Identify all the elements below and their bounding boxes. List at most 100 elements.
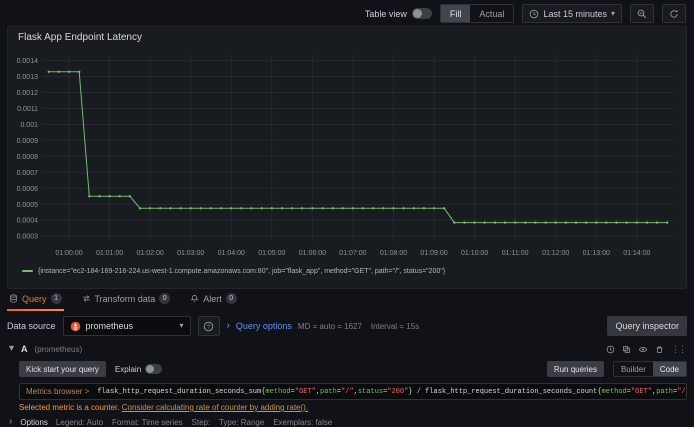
collapse-chevron-icon[interactable]: ▾ — [9, 344, 14, 354]
svg-text:0.0006: 0.0006 — [17, 186, 39, 193]
svg-text:01:12:00: 01:12:00 — [542, 250, 569, 257]
query-datasource-hint: (prometheus) — [34, 344, 83, 354]
explain-label: Explain — [114, 364, 142, 374]
time-range-picker[interactable]: Last 15 minutes ▾ — [522, 4, 622, 23]
datasource-row: Data source prometheus ▾ ? › Query optio… — [7, 313, 687, 339]
svg-text:0.0011: 0.0011 — [17, 106, 38, 113]
svg-text:01:00:00: 01:00:00 — [55, 250, 82, 257]
svg-text:0.0012: 0.0012 — [17, 90, 39, 97]
datasource-value: prometheus — [85, 321, 134, 331]
history-icon[interactable] — [606, 345, 615, 354]
explain-toggle[interactable] — [145, 364, 163, 374]
tab-query-label: Query — [22, 293, 47, 304]
query-row-actions: ⋮⋮ — [606, 344, 687, 355]
counter-warning: Selected metric is a counter. Consider c… — [19, 403, 687, 412]
toggle-knob — [412, 9, 422, 18]
svg-text:0.0009: 0.0009 — [17, 138, 39, 145]
chevron-down-icon: ▾ — [610, 8, 615, 18]
svg-text:0.001: 0.001 — [20, 122, 38, 129]
zoom-out-time-button[interactable] — [630, 4, 654, 23]
clock-icon — [529, 9, 539, 19]
warning-text: Selected metric is a counter. — [19, 403, 120, 412]
query-editor: ▾ A (prometheus) ⋮⋮ Kick start your quer… — [7, 342, 687, 427]
latency-chart[interactable]: 0.0014 0.0013 0.0012 0.0011 0.001 0.0009 0.000… — [8, 45, 684, 265]
actual-button[interactable]: Actual — [470, 5, 513, 22]
legend-series-label[interactable]: {instance="ec2-184-169-216-224.us-west-1… — [38, 268, 445, 275]
kick-start-query-button[interactable]: Kick start your query — [19, 361, 106, 377]
trash-icon[interactable] — [655, 345, 664, 354]
query-options-summary: MD = auto = 1627 Interval = 15s — [297, 321, 420, 331]
eye-icon[interactable] — [638, 345, 648, 354]
table-view-label: Table view — [364, 8, 407, 19]
explain-control: Explain — [114, 364, 163, 374]
prometheus-icon — [70, 321, 81, 332]
query-code[interactable]: flask_http_request_duration_seconds_sum{… — [97, 388, 686, 396]
datasource-label: Data source — [7, 321, 56, 331]
query-ref-id: A — [21, 344, 28, 354]
tab-transform-label: Transform data — [94, 293, 156, 304]
tab-transform-data[interactable]: Transform data 0 — [80, 290, 173, 311]
svg-text:01:10:00: 01:10:00 — [461, 250, 488, 257]
query-options-footer[interactable]: › Options Legend: Auto Format: Time seri… — [9, 417, 687, 427]
duplicate-icon[interactable] — [622, 345, 631, 354]
refresh-button[interactable] — [662, 4, 686, 23]
bell-icon — [190, 294, 199, 303]
svg-text:01:14:00: 01:14:00 — [623, 250, 650, 257]
code-button[interactable]: Code — [652, 362, 686, 376]
svg-text:01:13:00: 01:13:00 — [583, 250, 610, 257]
svg-text:0.0003: 0.0003 — [17, 234, 39, 241]
warning-rate-link[interactable]: Consider calculating rate of counter by … — [122, 403, 308, 412]
datasource-help-button[interactable]: ? — [197, 316, 220, 336]
tab-query[interactable]: Query 1 — [7, 290, 64, 311]
tab-query-count: 1 — [50, 293, 62, 304]
chevron-down-icon: ▾ — [179, 321, 184, 330]
editor-topbar: Table view Fill Actual Last 15 minutes ▾ — [0, 0, 694, 26]
svg-text:01:07:00: 01:07:00 — [339, 250, 366, 257]
table-view-toggle[interactable] — [411, 8, 432, 19]
svg-text:01:05:00: 01:05:00 — [258, 250, 285, 257]
chevron-right-icon: › — [226, 320, 230, 331]
toggle-knob — [146, 365, 155, 373]
svg-text:0.0008: 0.0008 — [17, 154, 39, 161]
metrics-browser-toggle[interactable]: Metrics browser > — [26, 387, 89, 396]
query-options[interactable]: › Query options MD = auto = 1627 Interva… — [226, 320, 420, 332]
svg-text:?: ? — [207, 324, 210, 330]
query-code-field[interactable]: Metrics browser > flask_http_request_dur… — [19, 383, 687, 400]
run-queries-button[interactable]: Run queries — [546, 361, 604, 377]
query-inspector-button[interactable]: Query inspector — [607, 316, 687, 336]
builder-code-group: Builder Code — [612, 361, 687, 377]
svg-text:01:11:00: 01:11:00 — [502, 250, 529, 257]
chart-legend: {instance="ec2-184-169-216-224.us-west-1… — [8, 265, 686, 277]
query-toolbar: Kick start your query Explain Run querie… — [7, 358, 687, 380]
svg-text:0.0005: 0.0005 — [17, 202, 39, 209]
svg-text:01:09:00: 01:09:00 — [420, 250, 447, 257]
question-circle-icon: ? — [203, 321, 214, 332]
svg-text:0.0007: 0.0007 — [17, 170, 39, 177]
query-row-header[interactable]: ▾ A (prometheus) ⋮⋮ — [7, 342, 687, 356]
options-label: Options — [20, 417, 48, 427]
magnifier-minus-icon — [637, 9, 647, 19]
tab-alert-label: Alert — [203, 293, 222, 304]
svg-text:01:01:00: 01:01:00 — [96, 250, 123, 257]
refresh-icon — [669, 9, 679, 19]
tab-alert-count: 0 — [225, 293, 237, 304]
query-options-label[interactable]: Query options — [236, 321, 292, 331]
editor-tabs: Query 1 Transform data 0 Alert 0 — [7, 290, 687, 311]
database-icon — [9, 294, 18, 303]
drag-handle[interactable]: ⋮⋮ — [671, 344, 687, 355]
time-range-label: Last 15 minutes — [543, 8, 607, 19]
options-summary: Legend: Auto Format: Time series Step: T… — [55, 417, 333, 427]
builder-button[interactable]: Builder — [614, 362, 653, 376]
transform-icon — [82, 294, 91, 303]
svg-text:0.0014: 0.0014 — [17, 58, 39, 65]
tab-transform-count: 0 — [159, 293, 171, 304]
datasource-select[interactable]: prometheus ▾ — [62, 316, 191, 336]
chevron-right-icon[interactable]: › — [9, 417, 12, 427]
legend-series-swatch — [22, 270, 33, 272]
svg-text:0.0004: 0.0004 — [17, 218, 39, 225]
fill-button[interactable]: Fill — [440, 5, 471, 22]
svg-text:01:06:00: 01:06:00 — [299, 250, 326, 257]
table-view-control: Table view — [365, 8, 432, 19]
tab-alert[interactable]: Alert 0 — [188, 290, 239, 311]
svg-text:01:02:00: 01:02:00 — [137, 250, 164, 257]
